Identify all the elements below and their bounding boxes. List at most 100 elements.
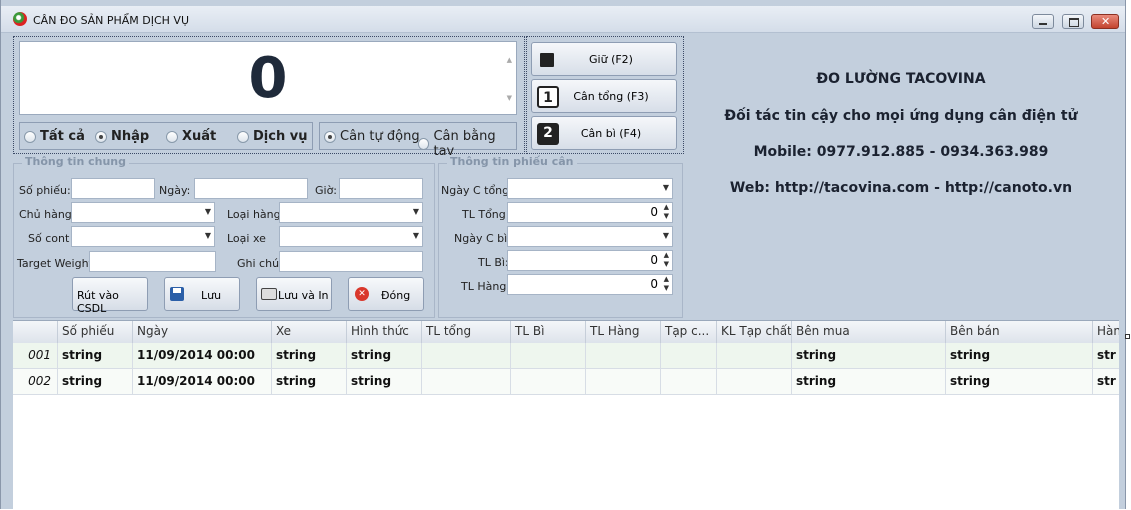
table-cell[interactable]: string [58, 343, 133, 368]
table-cell[interactable]: string [347, 369, 422, 394]
column-header[interactable]: KL Tạp chất [717, 321, 792, 343]
table-cell[interactable]: string [792, 369, 946, 394]
date-input[interactable] [194, 178, 308, 199]
time-input[interactable] [339, 178, 423, 199]
table-cell[interactable]: string [272, 369, 347, 394]
save-button[interactable]: Lưu [164, 277, 240, 311]
date-label: Ngày: [159, 184, 191, 197]
gross-date-select[interactable]: ▼ [507, 178, 673, 199]
mode-radio-group: Tất cả Nhập Xuất Dịch vụ [19, 122, 313, 150]
net-weight-stepper[interactable]: 0 ▲ ▼ [507, 274, 673, 295]
table-cell[interactable]: string [347, 343, 422, 368]
target-weight-input[interactable] [89, 251, 216, 272]
tare-date-label: Ngày C bì: [454, 232, 511, 245]
db-withdraw-button[interactable]: Rút vào CSDL [72, 277, 148, 315]
column-header[interactable]: TL tổng [422, 321, 511, 343]
table-cell[interactable]: string [792, 343, 946, 368]
column-header[interactable]: Bên bán [946, 321, 1093, 343]
table-cell[interactable] [422, 369, 511, 394]
gross-date-label: Ngày C tổng: [441, 184, 513, 197]
column-header[interactable] [13, 321, 58, 343]
spin-up-icon[interactable]: ▲ [664, 203, 669, 211]
goods-type-select[interactable]: ▼ [279, 202, 423, 223]
row-number[interactable]: 002 [13, 369, 58, 394]
column-header[interactable]: TL Bì [511, 321, 586, 343]
table-cell[interactable] [661, 369, 717, 394]
gross-weigh-button[interactable]: 1 Cân tổng (F3) [531, 79, 677, 113]
table-row[interactable]: 002 string 11/09/2014 00:00 string string str… [13, 369, 1119, 395]
scroll-down-icon: ▼ [506, 94, 512, 102]
minimize-button[interactable] [1032, 14, 1054, 29]
mode-all-radio[interactable]: Tất cả [24, 129, 85, 144]
hold-button[interactable]: Giữ (F2) [531, 42, 677, 76]
mode-export-radio[interactable]: Xuất [166, 129, 216, 144]
scroll-up-icon: ▲ [506, 56, 512, 64]
table-cell[interactable] [717, 343, 792, 368]
table-cell[interactable]: str [1093, 343, 1119, 368]
column-header[interactable]: Hình thức [347, 321, 422, 343]
column-header[interactable]: Ngày [133, 321, 272, 343]
chevron-down-icon: ▼ [662, 183, 669, 192]
gross-weight-stepper[interactable]: 0 ▲ ▼ [507, 202, 673, 223]
gross-weight-value: 0 [650, 205, 658, 219]
owner-select[interactable]: ▼ [71, 202, 215, 223]
table-cell[interactable]: string [946, 343, 1093, 368]
mode-service-radio[interactable]: Dịch vụ [237, 129, 307, 144]
chevron-down-icon: ▼ [662, 231, 669, 240]
goods-type-label: Loại hàng [227, 208, 281, 221]
table-cell[interactable]: string [58, 369, 133, 394]
table-cell[interactable] [586, 343, 661, 368]
table-cell[interactable] [586, 369, 661, 394]
column-header[interactable]: Số phiếu [58, 321, 133, 343]
table-cell[interactable] [511, 369, 586, 394]
column-header[interactable]: Hàn [1093, 321, 1119, 343]
spin-down-icon[interactable]: ▼ [664, 284, 669, 292]
close-button[interactable]: ✕ Đóng [348, 277, 424, 311]
spin-up-icon[interactable]: ▲ [664, 251, 669, 259]
tare-date-select[interactable]: ▼ [507, 226, 673, 247]
table-row[interactable]: 001 string 11/09/2014 00:00 string string str… [13, 343, 1119, 369]
net-weight-value: 0 [650, 277, 658, 291]
close-window-button[interactable]: ✕ [1091, 14, 1119, 29]
table-cell[interactable]: str [1093, 369, 1119, 394]
column-header[interactable]: Bên mua [792, 321, 946, 343]
weigh-mode-radio-group: Cân tự động Cân bằng tay [319, 122, 517, 159]
table-cell[interactable] [422, 343, 511, 368]
spin-up-icon[interactable]: ▲ [664, 275, 669, 283]
tare-weigh-button[interactable]: 2 Cân bì (F4) [531, 116, 677, 150]
spin-down-icon[interactable]: ▼ [664, 260, 669, 268]
save-print-button[interactable]: Lưu và In [256, 277, 332, 311]
note-input[interactable] [279, 251, 423, 272]
mode-import-radio[interactable]: Nhập [95, 129, 149, 144]
spin-down-icon[interactable]: ▼ [664, 212, 669, 220]
maximize-icon [1069, 18, 1079, 27]
app-window: CÂN ĐO SẢN PHẨM DỊCH VỤ ✕ 0 ▲ ▼ Tất cả N… [0, 0, 1126, 510]
table-cell[interactable] [717, 369, 792, 394]
ticket-no-input[interactable] [71, 178, 155, 199]
cont-no-select[interactable]: ▼ [71, 226, 215, 247]
ticket-grid[interactable]: Số phiếu Ngày Xe Hình thức TL tổng TL Bì TL Hà… [13, 320, 1119, 510]
column-header[interactable]: TL Hàng [586, 321, 661, 343]
cancel-icon: ✕ [355, 287, 369, 301]
row-number[interactable]: 001 [13, 343, 58, 368]
chevron-down-icon: ▼ [412, 231, 419, 240]
table-cell[interactable] [511, 343, 586, 368]
maximize-button[interactable] [1062, 14, 1084, 29]
resize-handle[interactable] [1125, 334, 1130, 339]
column-header[interactable]: Tạp c... [661, 321, 717, 343]
table-cell[interactable]: string [946, 369, 1093, 394]
time-label: Giờ: [315, 184, 338, 197]
vehicle-type-select[interactable]: ▼ [279, 226, 423, 247]
weight-value: 0 [248, 46, 288, 111]
tare-weight-stepper[interactable]: 0 ▲ ▼ [507, 250, 673, 271]
gross-weight-label: TL Tổng: [462, 208, 510, 221]
column-header[interactable]: Xe [272, 321, 347, 343]
table-cell[interactable]: 11/09/2014 00:00 [133, 369, 272, 394]
owner-label: Chủ hàng [19, 208, 72, 221]
ticket-no-label: Số phiếu: [19, 184, 71, 197]
table-cell[interactable]: string [272, 343, 347, 368]
window-title: CÂN ĐO SẢN PHẨM DỊCH VỤ [33, 14, 189, 27]
auto-weigh-radio[interactable]: Cân tự động [324, 129, 420, 144]
table-cell[interactable] [661, 343, 717, 368]
table-cell[interactable]: 11/09/2014 00:00 [133, 343, 272, 368]
